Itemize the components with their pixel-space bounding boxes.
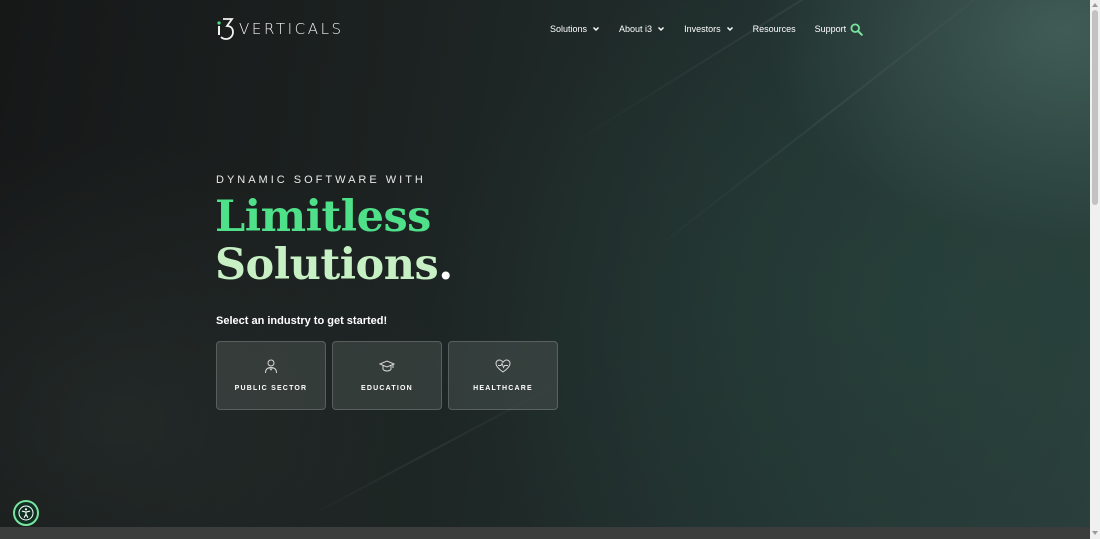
nav-item-about[interactable]: About i3 <box>619 24 665 34</box>
site-logo[interactable]: VERTICALS <box>216 16 344 42</box>
nav-item-solutions[interactable]: Solutions <box>550 24 600 34</box>
page-scrollbar[interactable] <box>1090 0 1100 539</box>
industry-card-public-sector[interactable]: PUBLIC SECTOR <box>216 341 326 410</box>
hero-eyebrow: DYNAMIC SOFTWARE WITH <box>216 174 426 186</box>
i3-logo-icon <box>216 16 236 42</box>
nav-item-label: Solutions <box>550 24 588 34</box>
scroll-up-arrow-icon[interactable] <box>1092 3 1098 7</box>
nav-item-resources[interactable]: Resources <box>753 24 796 34</box>
graduation-cap-icon <box>379 360 395 372</box>
search-button[interactable] <box>850 23 863 36</box>
search-icon <box>850 23 863 36</box>
chevron-down-icon <box>658 26 665 32</box>
industry-card-healthcare[interactable]: HEALTHCARE <box>448 341 558 410</box>
hero-headline: Limitless Solutions. <box>215 193 453 289</box>
chevron-down-icon <box>726 26 733 32</box>
heart-pulse-icon <box>495 359 511 373</box>
headline-line-1: Limitless <box>215 192 431 242</box>
nav-item-support[interactable]: Support <box>815 24 847 34</box>
industry-card-label: HEALTHCARE <box>473 385 533 392</box>
logo-wordmark: VERTICALS <box>239 20 344 38</box>
scrollbar-thumb[interactable] <box>1092 10 1098 205</box>
industry-card-label: EDUCATION <box>361 385 413 392</box>
nav-item-label: Resources <box>752 24 796 34</box>
next-section-edge <box>0 527 1090 539</box>
industry-card-label: PUBLIC SECTOR <box>234 385 308 392</box>
person-icon <box>265 359 277 374</box>
headline-line-2: Solutions. <box>215 241 453 289</box>
industry-prompt: Select an industry to get started! <box>216 315 388 327</box>
industry-card-education[interactable]: EDUCATION <box>332 341 442 410</box>
accessibility-icon <box>18 505 34 521</box>
nav-item-investors[interactable]: Investors <box>684 24 734 34</box>
nav-item-label: Support <box>814 24 847 34</box>
hero-section: VERTICALS Solutions About i3 Investors R… <box>0 0 1090 527</box>
scroll-down-arrow-icon[interactable] <box>1092 531 1098 535</box>
background-streak <box>639 0 1019 262</box>
headline-line-2-text: Solutions <box>215 240 439 290</box>
industry-cards: PUBLIC SECTOR EDUCATION HEALTHCARE <box>216 341 564 410</box>
chevron-down-icon <box>593 26 600 32</box>
accessibility-button[interactable] <box>13 500 39 526</box>
nav-item-label: About i3 <box>619 24 653 34</box>
main-nav: Solutions About i3 Investors Resources S… <box>550 20 865 38</box>
headline-dot: . <box>438 240 453 290</box>
nav-item-label: Investors <box>684 24 721 34</box>
